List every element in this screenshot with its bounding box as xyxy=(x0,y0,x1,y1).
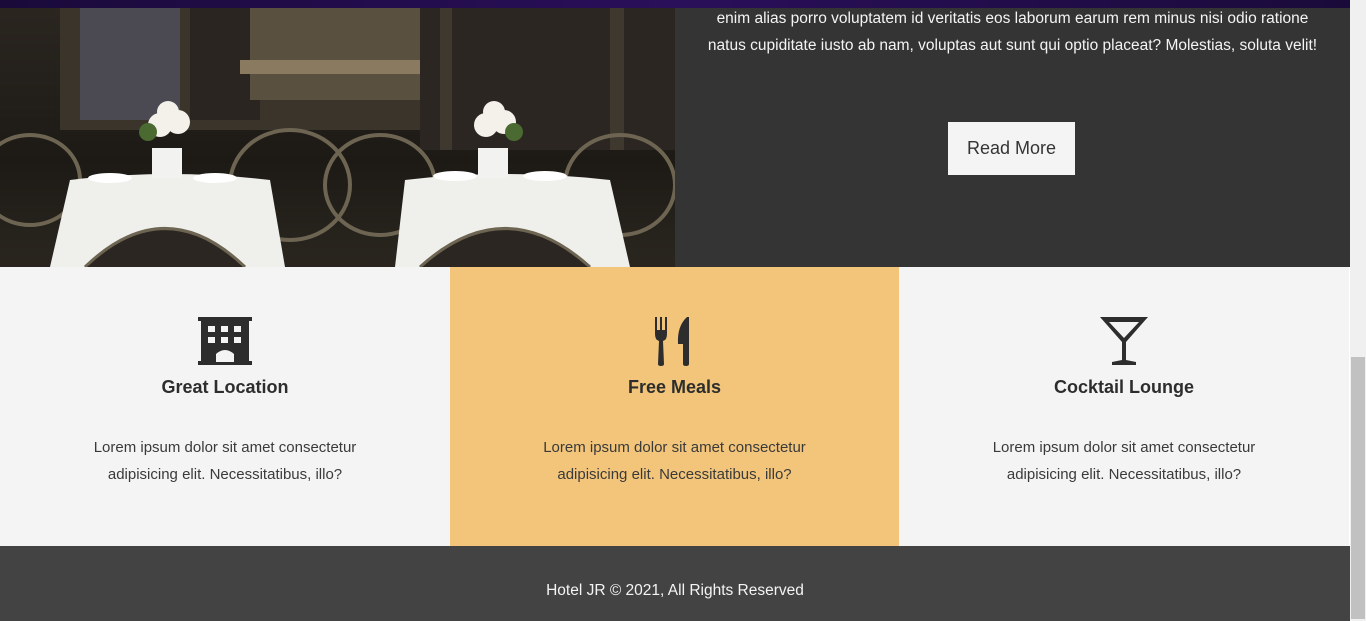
vertical-scrollbar[interactable] xyxy=(1350,0,1366,621)
feature-great-location: Great Location Lorem ipsum dolor sit ame… xyxy=(0,267,450,546)
footer-copyright: Hotel JR © 2021, All Rights Reserved xyxy=(546,582,804,599)
feature-description: Lorem ipsum dolor sit amet consectetur a… xyxy=(543,439,806,483)
features-section: Great Location Lorem ipsum dolor sit ame… xyxy=(0,267,1350,546)
feature-description: Lorem ipsum dolor sit amet consectetur a… xyxy=(992,439,1256,483)
feature-title: Cocktail Lounge xyxy=(1053,377,1194,397)
building-icon xyxy=(198,317,252,365)
scrollbar-thumb[interactable] xyxy=(1351,357,1365,619)
feature-free-meals: Free Meals Lorem ipsum dolor sit amet co… xyxy=(450,267,899,546)
footer: Hotel JR © 2021, All Rights Reserved xyxy=(0,546,1350,621)
feature-title: Great Location xyxy=(161,377,289,397)
read-more-button[interactable]: Read More xyxy=(948,122,1075,175)
cocktail-icon xyxy=(1100,317,1148,365)
feature-description: Lorem ipsum dolor sit amet consectetur a… xyxy=(93,439,357,483)
hero-paragraph: enim alias porro voluptatem id veritatis… xyxy=(707,10,1318,54)
utensils-icon xyxy=(654,317,689,366)
top-accent-bar xyxy=(0,0,1350,8)
hero-text-panel: enim alias porro voluptatem id veritatis… xyxy=(675,0,1350,267)
restaurant-photo xyxy=(0,0,675,267)
feature-title: Free Meals xyxy=(627,377,722,397)
restaurant-photo-illustration xyxy=(0,0,675,267)
feature-cocktail-lounge: Cocktail Lounge Lorem ipsum dolor sit am… xyxy=(899,267,1349,546)
hero-section: enim alias porro voluptatem id veritatis… xyxy=(0,0,1350,267)
